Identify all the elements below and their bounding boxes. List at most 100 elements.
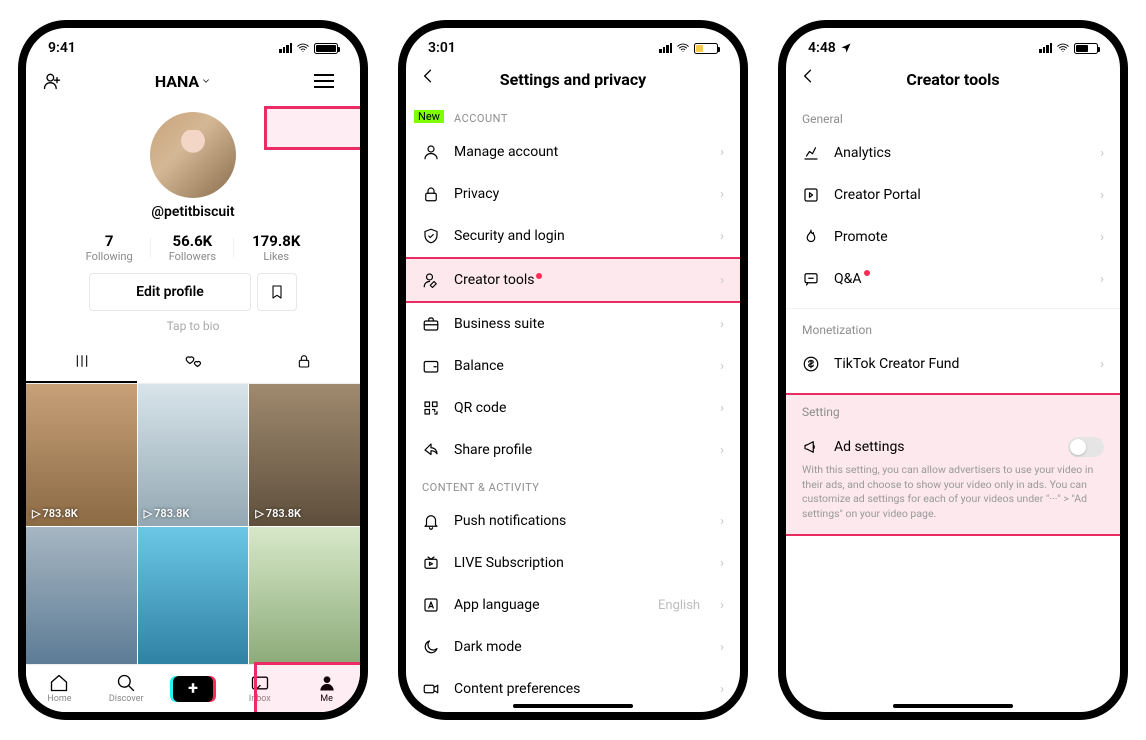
view-count: ▷ 783.8K bbox=[255, 507, 301, 520]
status-bar: 3:01 bbox=[406, 28, 740, 60]
avatar[interactable] bbox=[150, 112, 236, 198]
account-switcher[interactable]: HANA bbox=[155, 72, 211, 91]
battery-icon bbox=[694, 43, 718, 54]
stat-following[interactable]: 7 Following bbox=[68, 232, 151, 263]
lock-icon bbox=[296, 353, 312, 369]
nav-create[interactable] bbox=[160, 665, 227, 712]
location-arrow-icon bbox=[840, 42, 852, 54]
bottom-nav: Home Discover Inbox Me bbox=[26, 664, 360, 712]
settings-scroll[interactable]: New Account Manage account› Privacy› Sec… bbox=[406, 102, 740, 696]
row-promote[interactable]: Promote› bbox=[786, 216, 1120, 258]
status-bar: 4:48 bbox=[786, 28, 1120, 60]
wifi-icon bbox=[676, 41, 690, 55]
page-title: Settings and privacy bbox=[446, 70, 700, 89]
nav-home[interactable]: Home bbox=[26, 665, 93, 712]
list-header: Settings and privacy bbox=[406, 60, 740, 102]
ad-settings-toggle[interactable] bbox=[1068, 437, 1104, 457]
row-share-profile[interactable]: Share profile› bbox=[406, 429, 740, 471]
chevron-right-icon: › bbox=[720, 145, 724, 160]
battery-icon bbox=[314, 43, 338, 54]
chevron-right-icon: › bbox=[1100, 188, 1104, 203]
row-qa[interactable]: Q&A › bbox=[786, 258, 1120, 300]
stat-followers[interactable]: 56.6K Followers bbox=[151, 232, 234, 263]
battery-icon bbox=[1074, 43, 1098, 54]
creator-icon bbox=[422, 271, 440, 289]
row-live-subscription[interactable]: LIVE Subscription› bbox=[406, 542, 740, 584]
megaphone-icon bbox=[802, 438, 820, 456]
flame-icon bbox=[802, 228, 820, 246]
chevron-right-icon: › bbox=[720, 229, 724, 244]
bookmark-button[interactable] bbox=[257, 273, 297, 311]
row-business-suite[interactable]: Business suite› bbox=[406, 303, 740, 345]
status-right bbox=[1039, 41, 1098, 55]
tab-grid[interactable] bbox=[26, 345, 137, 383]
list-header: Creator tools bbox=[786, 60, 1120, 102]
stats-row: 7 Following 56.6K Followers 179.8K Likes bbox=[26, 228, 360, 273]
video-tile[interactable] bbox=[26, 527, 137, 669]
home-icon bbox=[49, 673, 69, 693]
chevron-right-icon: › bbox=[1100, 146, 1104, 161]
back-button[interactable] bbox=[418, 66, 446, 92]
wallet-icon bbox=[422, 357, 440, 375]
section-content-activity: Content & Activity bbox=[406, 471, 740, 500]
username: @petitbiscuit bbox=[26, 204, 360, 228]
chevron-right-icon: › bbox=[720, 359, 724, 374]
hamburger-menu-button[interactable] bbox=[304, 66, 344, 96]
row-creator-tools[interactable]: Creator tools › bbox=[406, 257, 740, 303]
add-friend-icon[interactable] bbox=[42, 71, 62, 91]
bio-placeholder[interactable]: Tap to bio bbox=[26, 319, 360, 345]
back-button[interactable] bbox=[798, 66, 826, 92]
video-tile[interactable]: ▷ 783.8K bbox=[26, 384, 137, 526]
row-analytics[interactable]: Analytics› bbox=[786, 132, 1120, 174]
tab-liked[interactable] bbox=[137, 345, 248, 383]
row-push-notifications[interactable]: Push notifications› bbox=[406, 500, 740, 542]
nav-discover[interactable]: Discover bbox=[93, 665, 160, 712]
signal-icon bbox=[279, 43, 292, 53]
video-tile[interactable]: ▷ 783.8K bbox=[138, 384, 249, 526]
status-time: 9:41 bbox=[48, 40, 76, 56]
signal-icon bbox=[1039, 43, 1052, 53]
row-creator-fund[interactable]: TikTok Creator Fund› bbox=[786, 343, 1120, 385]
row-ad-settings[interactable]: Ad settings bbox=[786, 425, 1120, 463]
status-time: 4:48 bbox=[808, 40, 836, 56]
language-value: English bbox=[658, 598, 700, 613]
video-tile[interactable] bbox=[138, 527, 249, 669]
chevron-right-icon: › bbox=[720, 598, 724, 613]
chevron-right-icon: › bbox=[720, 401, 724, 416]
phone-settings: 3:01 Settings and privacy New Account Ma… bbox=[398, 20, 748, 720]
tab-private[interactable] bbox=[249, 345, 360, 383]
page-title: Creator tools bbox=[826, 70, 1080, 89]
chevron-right-icon: › bbox=[720, 317, 724, 332]
video-tile[interactable] bbox=[249, 527, 360, 669]
new-badge: New bbox=[414, 110, 444, 123]
ad-settings-description: With this setting, you can allow adverti… bbox=[786, 463, 1120, 534]
row-balance[interactable]: Balance› bbox=[406, 345, 740, 387]
row-manage-account[interactable]: Manage account› bbox=[406, 131, 740, 173]
row-security[interactable]: Security and login› bbox=[406, 215, 740, 257]
home-indicator bbox=[513, 704, 633, 708]
stat-likes[interactable]: 179.8K Likes bbox=[234, 232, 318, 263]
video-grid: ▷ 783.8K ▷ 783.8K ▷ 783.8K bbox=[26, 384, 360, 669]
qr-icon bbox=[422, 399, 440, 417]
view-count: ▷ 783.8K bbox=[144, 507, 190, 520]
row-content-preferences[interactable]: Content preferences› bbox=[406, 668, 740, 696]
video-tile[interactable]: ▷ 783.8K bbox=[249, 384, 360, 526]
briefcase-icon bbox=[422, 315, 440, 333]
create-icon bbox=[173, 676, 213, 702]
portal-icon bbox=[802, 186, 820, 204]
edit-profile-button[interactable]: Edit profile bbox=[89, 273, 251, 311]
notification-dot bbox=[536, 273, 542, 279]
status-bar: 9:41 bbox=[26, 28, 360, 60]
row-app-language[interactable]: App language English › bbox=[406, 584, 740, 626]
wifi-icon bbox=[296, 41, 310, 55]
bell-icon bbox=[422, 512, 440, 530]
nav-me[interactable]: Me bbox=[293, 665, 360, 712]
bookmark-icon bbox=[269, 284, 285, 300]
chevron-left-icon bbox=[418, 66, 438, 86]
nav-inbox[interactable]: Inbox bbox=[226, 665, 293, 712]
section-account: Account bbox=[406, 102, 740, 131]
row-dark-mode[interactable]: Dark mode› bbox=[406, 626, 740, 668]
row-creator-portal[interactable]: Creator Portal› bbox=[786, 174, 1120, 216]
row-qr-code[interactable]: QR code› bbox=[406, 387, 740, 429]
row-privacy[interactable]: Privacy› bbox=[406, 173, 740, 215]
